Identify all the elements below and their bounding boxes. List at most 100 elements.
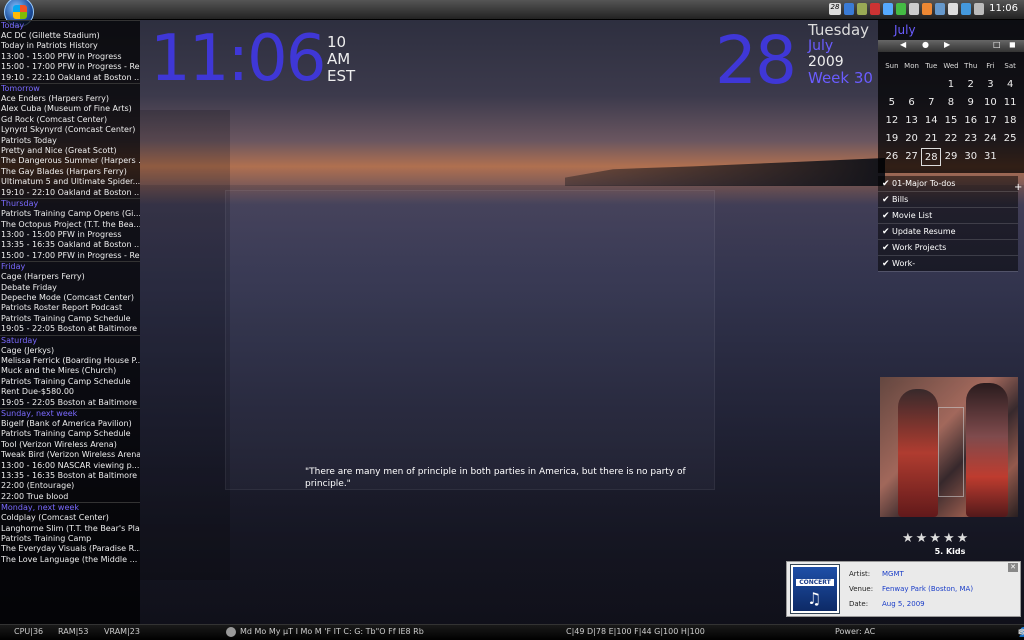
- calendar-day[interactable]: 16: [961, 112, 981, 130]
- checkmark-icon[interactable]: ✔: [882, 179, 892, 189]
- todo-item[interactable]: ✔ 01-Major To-dos: [878, 176, 1018, 192]
- calendar-day[interactable]: 23: [961, 130, 981, 148]
- calendar-day[interactable]: 22: [941, 130, 961, 148]
- todo-item[interactable]: ✔ Movie List: [878, 208, 1018, 224]
- calendar-day[interactable]: 30: [961, 148, 981, 166]
- agenda-event[interactable]: Melissa Ferrick (Boarding House P...: [0, 356, 140, 366]
- tray-clock[interactable]: 11:06: [989, 3, 1018, 14]
- app-tray-icon[interactable]: [948, 3, 958, 15]
- agenda-event[interactable]: Patriots Training Camp Schedule: [0, 377, 140, 387]
- agenda-event[interactable]: 19:05 - 22:05 Boston at Baltimore ...: [0, 324, 140, 334]
- agenda-event[interactable]: 19:10 - 22:10 Oakland at Boston ...: [0, 73, 140, 83]
- calendar-day[interactable]: 9: [961, 94, 981, 112]
- agenda-event[interactable]: 19:10 - 22:10 Oakland at Boston ...: [0, 188, 140, 198]
- agenda-event[interactable]: Pretty and Nice (Great Scott): [0, 146, 140, 156]
- calendar-day[interactable]: 25: [1000, 130, 1020, 148]
- app-tray-icon[interactable]: [909, 3, 919, 15]
- network-tray-icon[interactable]: [844, 3, 854, 15]
- calendar-day[interactable]: 7: [921, 94, 941, 112]
- app-tray-icon[interactable]: [870, 3, 880, 15]
- agenda-event[interactable]: Tool (Verizon Wireless Arena): [0, 440, 140, 450]
- checkmark-icon[interactable]: ✔: [882, 227, 892, 237]
- calendar-day[interactable]: 4: [1000, 76, 1020, 94]
- agenda-event[interactable]: Patriots Roster Report Podcast: [0, 303, 140, 313]
- todo-item[interactable]: ✔ Work-: [878, 256, 1018, 272]
- agenda-event[interactable]: Cage (Jerkys): [0, 346, 140, 356]
- agenda-event[interactable]: 13:35 - 16:35 Boston at Baltimore ...: [0, 471, 140, 481]
- agenda-event[interactable]: Tweak Bird (Verizon Wireless Arena): [0, 450, 140, 460]
- today-dot-icon[interactable]: ●: [922, 40, 929, 49]
- agenda-event[interactable]: Gd Rock (Comcast Center): [0, 115, 140, 125]
- agenda-event[interactable]: Lynyrd Skynyrd (Comcast Center): [0, 125, 140, 135]
- agenda-event[interactable]: Patriots Training Camp: [0, 534, 140, 544]
- calendar-day[interactable]: 21: [921, 130, 941, 148]
- next-month-icon[interactable]: ▶: [944, 40, 950, 49]
- calendar-day[interactable]: 15: [941, 112, 961, 130]
- agenda-event[interactable]: 13:00 - 15:00 PFW in Progress: [0, 52, 140, 62]
- agenda-event[interactable]: Today in Patriots History: [0, 41, 140, 51]
- agenda-event[interactable]: Muck and the Mires (Church): [0, 366, 140, 376]
- checkmark-icon[interactable]: ✔: [882, 259, 892, 269]
- calendar-day[interactable]: 17: [981, 112, 1001, 130]
- calendar-day[interactable]: 2: [961, 76, 981, 94]
- agenda-event[interactable]: 19:05 - 22:05 Boston at Baltimore ...: [0, 398, 140, 408]
- agenda-event[interactable]: The Gay Blades (Harpers Ferry): [0, 167, 140, 177]
- calendar-day[interactable]: 19: [882, 130, 902, 148]
- agenda-event[interactable]: Ultimatum 5 and Ultimate Spider...: [0, 177, 140, 187]
- agenda-event[interactable]: 15:00 - 17:00 PFW in Progress - Re...: [0, 251, 140, 261]
- add-todo-icon[interactable]: +: [1014, 182, 1022, 193]
- agenda-event[interactable]: 22:00 (Entourage): [0, 481, 140, 491]
- agenda-event[interactable]: 13:35 - 16:35 Oakland at Boston ...: [0, 240, 140, 250]
- calendar-day[interactable]: 20: [902, 130, 922, 148]
- volume-icon[interactable]: [974, 3, 984, 15]
- calendar-day[interactable]: 11: [1000, 94, 1020, 112]
- calendar-day[interactable]: 27: [902, 148, 922, 166]
- agenda-event[interactable]: Patriots Training Camp Schedule: [0, 314, 140, 324]
- todo-item[interactable]: ✔ Update Resume: [878, 224, 1018, 240]
- calendar-tray-icon[interactable]: 28: [829, 3, 841, 15]
- concert-field-value[interactable]: MGMT: [882, 567, 904, 582]
- todo-item[interactable]: ✔ Bills: [878, 192, 1018, 208]
- settings-icon[interactable]: ◼: [1009, 40, 1016, 49]
- checkmark-icon[interactable]: ✔: [882, 195, 892, 205]
- concert-notification[interactable]: ✕ CONCERT ♫ Artist: MGMT Venue: Fenway Park…: [786, 561, 1021, 617]
- agenda-event[interactable]: Coldplay (Comcast Center): [0, 513, 140, 523]
- app-tray-icon[interactable]: [896, 3, 906, 15]
- calendar-day[interactable]: 3: [981, 76, 1001, 94]
- gear-icon[interactable]: ⚙: [1018, 628, 1024, 638]
- agenda-event[interactable]: 15:00 - 17:00 PFW in Progress - Re...: [0, 62, 140, 72]
- calendar-day[interactable]: 29: [941, 148, 961, 166]
- agenda-event[interactable]: Alex Cuba (Museum of Fine Arts): [0, 104, 140, 114]
- agenda-event[interactable]: Patriots Training Camp Opens (Gi...: [0, 209, 140, 219]
- calendar-day[interactable]: 18: [1000, 112, 1020, 130]
- calendar-day[interactable]: 28: [921, 148, 942, 166]
- app-tray-icon[interactable]: [922, 3, 932, 15]
- app-launcher-labels[interactable]: Md Mo My µT I Mo M 'F IT C: G: Tb"O Ff I…: [240, 627, 424, 636]
- agenda-event[interactable]: Rent Due-$580.00: [0, 387, 140, 397]
- concert-field-value[interactable]: Fenway Park (Boston, MA): [882, 582, 973, 597]
- close-icon[interactable]: ✕: [1008, 563, 1018, 572]
- agenda-event[interactable]: 22:00 True blood: [0, 492, 140, 502]
- network-icon[interactable]: [961, 3, 971, 15]
- calendar-day[interactable]: 24: [981, 130, 1001, 148]
- agenda-event[interactable]: Langhorne Slim (T.T. the Bear's Pla...: [0, 524, 140, 534]
- agenda-event[interactable]: Debate Friday: [0, 283, 140, 293]
- agenda-event[interactable]: The Everyday Visuals (Paradise R...: [0, 544, 140, 554]
- agenda-event[interactable]: AC DC (Gillette Stadium): [0, 31, 140, 41]
- restore-icon[interactable]: □: [993, 40, 1001, 49]
- app-tray-icon[interactable]: [857, 3, 867, 15]
- rating-stars[interactable]: ★★★★★: [902, 531, 970, 546]
- agenda-event[interactable]: The Love Language (the Middle ...: [0, 555, 140, 565]
- calendar-day[interactable]: 13: [902, 112, 922, 130]
- calendar-day[interactable]: 26: [882, 148, 902, 166]
- app-tray-icon[interactable]: [883, 3, 893, 15]
- agenda-event[interactable]: The Dangerous Summer (Harpers ...: [0, 156, 140, 166]
- prev-month-icon[interactable]: ◀: [900, 40, 906, 49]
- calendar-day[interactable]: 5: [882, 94, 902, 112]
- concert-field-value[interactable]: Aug 5, 2009: [882, 597, 925, 612]
- calendar-day[interactable]: 31: [981, 148, 1001, 166]
- calendar-day[interactable]: 12: [882, 112, 902, 130]
- calendar-day[interactable]: 14: [921, 112, 941, 130]
- calendar-day[interactable]: 1: [941, 76, 961, 94]
- agenda-event[interactable]: 13:00 - 15:00 PFW in Progress: [0, 230, 140, 240]
